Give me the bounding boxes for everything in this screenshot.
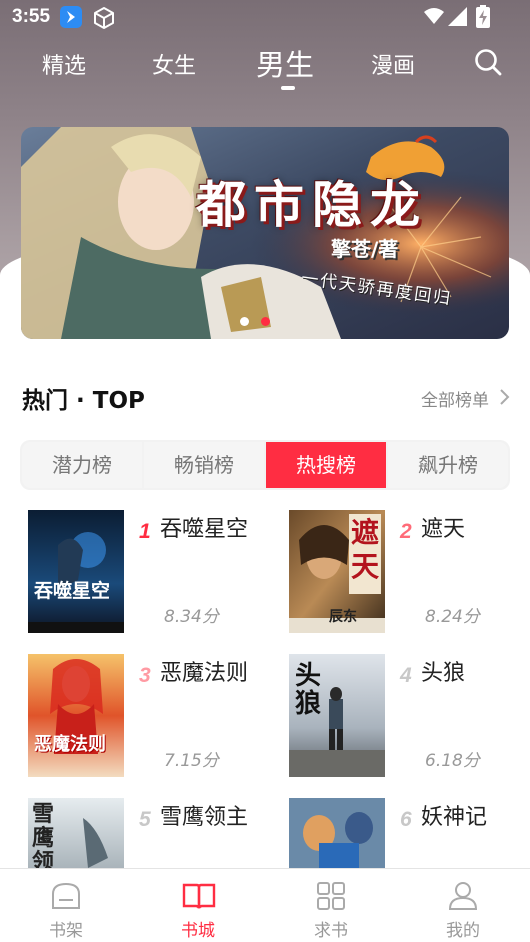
book-score: 8.34分: [164, 607, 219, 627]
bottom-nav-bookshelf[interactable]: 书架: [0, 869, 132, 942]
bookshelf-icon: [52, 882, 80, 909]
grid-icon: [317, 882, 345, 910]
cover-title: 遮天: [351, 516, 380, 583]
book-rank: 1: [139, 520, 151, 543]
tab-comics[interactable]: 漫画: [371, 48, 415, 80]
tab-female[interactable]: 女生: [152, 48, 196, 80]
cover-title: 头狼: [295, 661, 322, 719]
book-rank: 4: [400, 664, 412, 687]
cover-title: 吞噬星空: [34, 580, 111, 602]
book-rank: 2: [400, 520, 412, 543]
tab-featured[interactable]: 精选: [42, 48, 86, 80]
book-score: 7.15分: [164, 751, 219, 771]
book-cover: [28, 510, 124, 633]
rank-tab-hot-search[interactable]: 热搜榜: [266, 442, 386, 488]
book-title: 雪鹰领主: [160, 805, 249, 830]
book-item[interactable]: 吞噬星空 1 吞噬星空 8.34分: [28, 510, 268, 640]
section-title: 热门 · TOP: [22, 388, 145, 414]
book-score: 8.24分: [425, 607, 480, 627]
bottom-nav-profile[interactable]: 我的: [397, 869, 529, 942]
rank-tab-bestseller[interactable]: 畅销榜: [144, 442, 264, 488]
bottom-nav-label: 求书: [314, 921, 348, 941]
banner-title: 都市隐龙: [196, 175, 428, 234]
status-time: 3:55: [12, 6, 51, 27]
bottom-nav-label: 书城: [181, 921, 215, 941]
book-score: 6.18分: [425, 751, 480, 771]
chevron-right-icon[interactable]: [499, 388, 511, 406]
bottom-nav-request[interactable]: 求书: [265, 869, 397, 942]
book-item[interactable]: 遮天 辰东 2 遮天 8.24分: [289, 510, 529, 640]
cover-title: 恶魔法则: [34, 734, 106, 755]
book-rank: 5: [139, 808, 151, 831]
bottom-nav: 书架 书城 求书 我的: [0, 868, 530, 942]
book-rank: 6: [400, 808, 412, 831]
tab-male[interactable]: 男生: [256, 42, 314, 84]
top-nav: 精选 女生 男生 漫画: [0, 40, 530, 90]
book-item[interactable]: 头狼 4 头狼 6.18分: [289, 654, 529, 784]
book-cover: [28, 654, 124, 777]
battery-charging-icon: [476, 5, 490, 28]
status-bar: 3:55: [0, 0, 530, 36]
open-book-icon: [182, 883, 216, 909]
banner-author: 擎苍/著: [331, 237, 399, 261]
banner-dot[interactable]: [240, 317, 249, 326]
user-icon: [448, 882, 478, 910]
cube-icon: [94, 7, 114, 29]
signal-icon: [448, 7, 467, 26]
active-tab-indicator: [281, 86, 295, 90]
book-title: 头狼: [421, 661, 466, 686]
bottom-nav-label: 我的: [446, 921, 480, 941]
cover-author: 辰东: [329, 609, 357, 625]
all-rankings-link[interactable]: 全部榜单: [421, 386, 489, 411]
book-item[interactable]: 恶魔法则 3 恶魔法则 7.15分: [28, 654, 268, 784]
book-title: 遮天: [421, 517, 466, 542]
rank-tabs: 潜力榜 畅销榜 热搜榜 飙升榜: [20, 440, 510, 490]
book-title: 恶魔法则: [160, 661, 249, 686]
search-icon[interactable]: [474, 48, 502, 76]
app-notification-icon: [60, 6, 82, 28]
bottom-nav-label: 书架: [49, 921, 83, 941]
banner-dot-active[interactable]: [261, 317, 270, 326]
rank-tab-rising[interactable]: 飙升榜: [388, 442, 508, 488]
wifi-icon: [424, 8, 444, 24]
book-title: 妖神记: [421, 805, 488, 830]
book-title: 吞噬星空: [160, 517, 249, 542]
bottom-nav-bookstore[interactable]: 书城: [132, 869, 264, 942]
rank-tab-potential[interactable]: 潜力榜: [22, 442, 142, 488]
promo-banner[interactable]: 都市隐龙 擎苍/著 一代天骄再度回归: [21, 127, 509, 339]
book-rank: 3: [139, 664, 151, 687]
